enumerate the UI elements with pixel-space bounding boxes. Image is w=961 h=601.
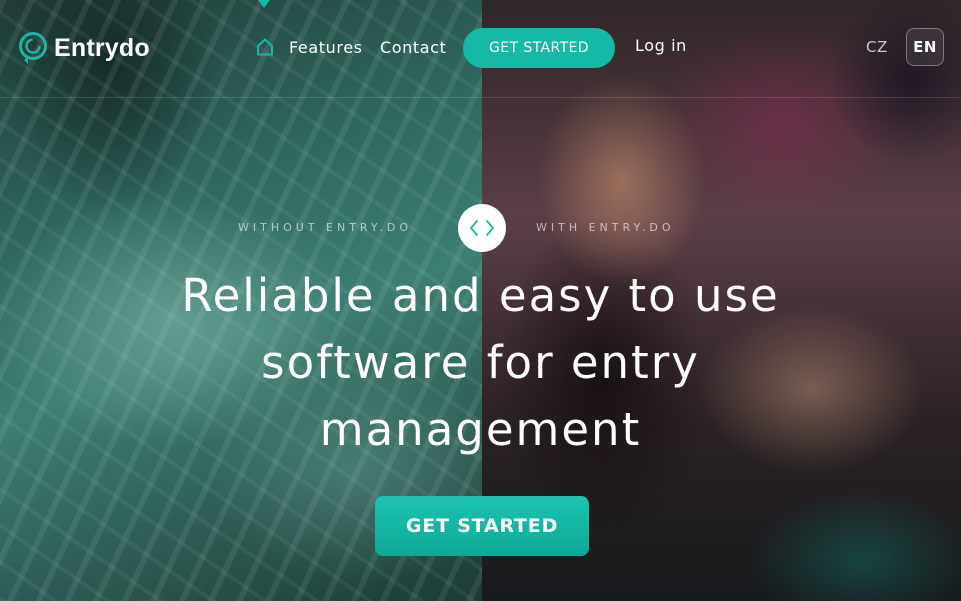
with-entrydo-label: WITH ENTRY.DO	[536, 221, 675, 234]
entrydo-logo-icon	[19, 32, 47, 64]
nav-features-link[interactable]: Features	[289, 38, 363, 57]
language-option-cz[interactable]: CZ	[866, 38, 888, 56]
hero-heading: Reliable and easy to use software for en…	[181, 269, 780, 456]
nav-contact-link[interactable]: Contact	[380, 38, 446, 57]
header-get-started-button[interactable]: GET STARTED	[463, 28, 615, 68]
login-link[interactable]: Log in	[635, 36, 687, 55]
logo-wordmark: Entrydo	[54, 33, 150, 62]
landing-page: Entrydo Features Contact GET STARTED Log…	[0, 0, 961, 601]
left-right-chevrons-icon	[470, 220, 494, 236]
site-header: Entrydo Features Contact GET STARTED Log…	[0, 0, 961, 98]
hero-get-started-button[interactable]: GET STARTED	[375, 496, 589, 556]
language-option-en-selected[interactable]: EN	[906, 28, 944, 66]
comparison-slider-handle[interactable]	[458, 204, 506, 252]
active-nav-marker-icon	[258, 0, 270, 8]
home-icon[interactable]	[256, 37, 274, 57]
without-entrydo-label: WITHOUT ENTRY.DO	[238, 221, 412, 234]
logo-link[interactable]: Entrydo	[18, 30, 150, 66]
